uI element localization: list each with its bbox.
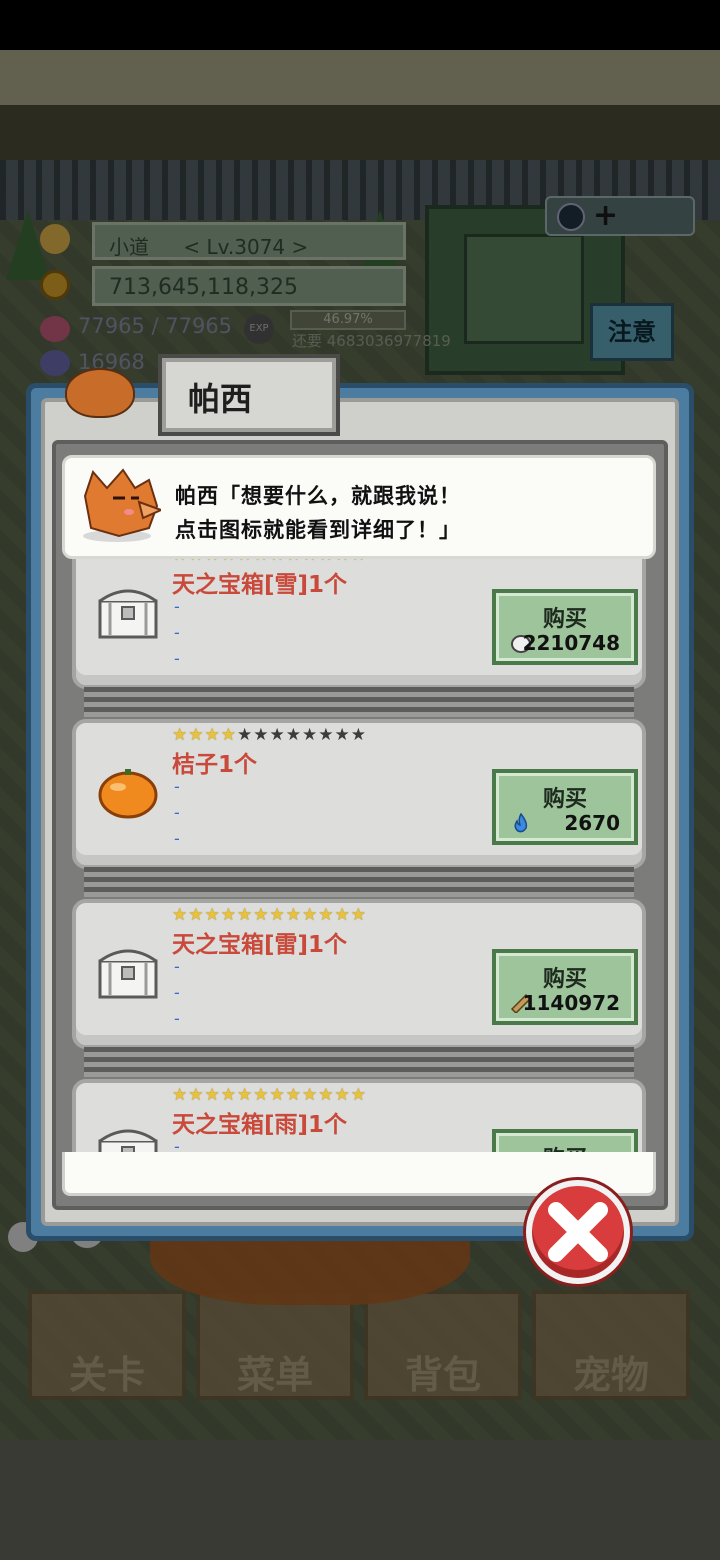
star-filled-icon: ★	[285, 1085, 302, 1105]
shop-item: ★★★★★★★★★★★★ 桔子1个 - - - 购买 2670	[72, 719, 646, 869]
star-empty-icon: ★	[285, 725, 302, 745]
treasure-chest-icon[interactable]	[96, 1119, 160, 1155]
star-filled-icon: ★	[220, 905, 237, 925]
buy-button[interactable]: 购买 1140972	[492, 949, 638, 1025]
blue-flame-icon	[514, 813, 528, 833]
orange-icon[interactable]	[96, 759, 160, 823]
shop-item-list[interactable]: ★★★★★★★★★★★★ 天之宝箱[雪]1个 - - - 购买 2210748 …	[62, 555, 656, 1155]
star-filled-icon: ★	[237, 1085, 254, 1105]
star-filled-icon: ★	[285, 905, 302, 925]
speech-line-2: 点击图标就能看到详细了！」	[175, 518, 461, 542]
star-filled-icon: ★	[172, 905, 189, 925]
npc-fox-icon	[65, 368, 135, 418]
item-detail: -	[174, 829, 180, 848]
item-detail: -	[174, 777, 180, 796]
star-empty-icon: ★	[253, 725, 270, 745]
buy-button[interactable]: 购买 2210748	[492, 589, 638, 665]
rarity-stars: ★★★★★★★★★★★★	[172, 726, 367, 744]
item-name: 天之宝箱[雨]1个	[172, 1112, 348, 1138]
star-empty-icon: ★	[350, 725, 367, 745]
item-detail: -	[174, 983, 180, 1002]
treasure-chest-icon[interactable]	[96, 579, 160, 643]
npc-speech-bubble: 帕西「想要什么，就跟我说！ 点击图标就能看到详细了！」	[62, 455, 656, 559]
star-filled-icon: ★	[188, 1085, 205, 1105]
star-filled-icon: ★	[350, 905, 367, 925]
buy-button[interactable]: 购买 2670	[492, 769, 638, 845]
shop-item: ★★★★★★★★★★★★ 天之宝箱[雪]1个 - - - 购买 2210748	[72, 555, 646, 689]
star-filled-icon: ★	[302, 1085, 319, 1105]
item-detail: -	[174, 957, 180, 976]
star-filled-icon: ★	[237, 905, 254, 925]
speech-line-1: 帕西「想要什么，就跟我说！	[175, 484, 461, 508]
close-button[interactable]	[526, 1180, 630, 1284]
item-detail: -	[174, 1009, 180, 1028]
buy-label: 购买	[542, 607, 587, 632]
shop-item: ★★★★★★★★★★★★ 天之宝箱[雨]1个 - 购买	[72, 1079, 646, 1155]
close-icon	[548, 1202, 608, 1262]
item-detail: -	[174, 803, 180, 822]
star-filled-icon: ★	[302, 905, 319, 925]
item-name: 桔子1个	[172, 752, 258, 778]
navigation-bar	[0, 1440, 720, 1560]
star-filled-icon: ★	[334, 905, 351, 925]
rarity-stars: ★★★★★★★★★★★★	[172, 1086, 367, 1104]
star-filled-icon: ★	[253, 905, 270, 925]
star-empty-icon: ★	[318, 725, 335, 745]
item-detail: -	[174, 623, 180, 642]
status-bar	[0, 0, 720, 50]
dialog-title: 帕西	[188, 380, 253, 418]
star-filled-icon: ★	[220, 725, 237, 745]
star-empty-icon: ★	[269, 725, 286, 745]
star-filled-icon: ★	[269, 905, 286, 925]
star-filled-icon: ★	[204, 905, 221, 925]
star-filled-icon: ★	[188, 725, 205, 745]
star-filled-icon: ★	[204, 725, 221, 745]
dialog-title-tab: 帕西	[158, 354, 340, 436]
item-detail: -	[174, 649, 180, 668]
star-filled-icon: ★	[318, 1085, 335, 1105]
star-filled-icon: ★	[269, 1085, 286, 1105]
item-name: 天之宝箱[雪]1个	[172, 572, 348, 598]
star-empty-icon: ★	[334, 725, 351, 745]
fox-portrait-icon	[83, 468, 161, 542]
star-filled-icon: ★	[204, 1085, 221, 1105]
buy-label: 购买	[542, 787, 587, 812]
shop-item: ★★★★★★★★★★★★ 天之宝箱[雷]1个 - - - 购买 1140972	[72, 899, 646, 1049]
star-empty-icon: ★	[302, 725, 319, 745]
star-filled-icon: ★	[318, 905, 335, 925]
star-filled-icon: ★	[334, 1085, 351, 1105]
star-filled-icon: ★	[172, 725, 189, 745]
star-empty-icon: ★	[237, 725, 254, 745]
item-name: 天之宝箱[雷]1个	[172, 932, 348, 958]
item-detail: -	[174, 597, 180, 616]
item-price: 1140972	[522, 991, 620, 1015]
item-price: 2670	[564, 811, 620, 835]
star-filled-icon: ★	[188, 905, 205, 925]
treasure-chest-icon[interactable]	[96, 939, 160, 1003]
star-filled-icon: ★	[350, 1085, 367, 1105]
buy-label: 购买	[542, 967, 587, 992]
star-filled-icon: ★	[253, 1085, 270, 1105]
rarity-stars: ★★★★★★★★★★★★	[172, 906, 367, 924]
star-filled-icon: ★	[220, 1085, 237, 1105]
item-price: 2210748	[522, 631, 620, 655]
star-filled-icon: ★	[172, 1085, 189, 1105]
